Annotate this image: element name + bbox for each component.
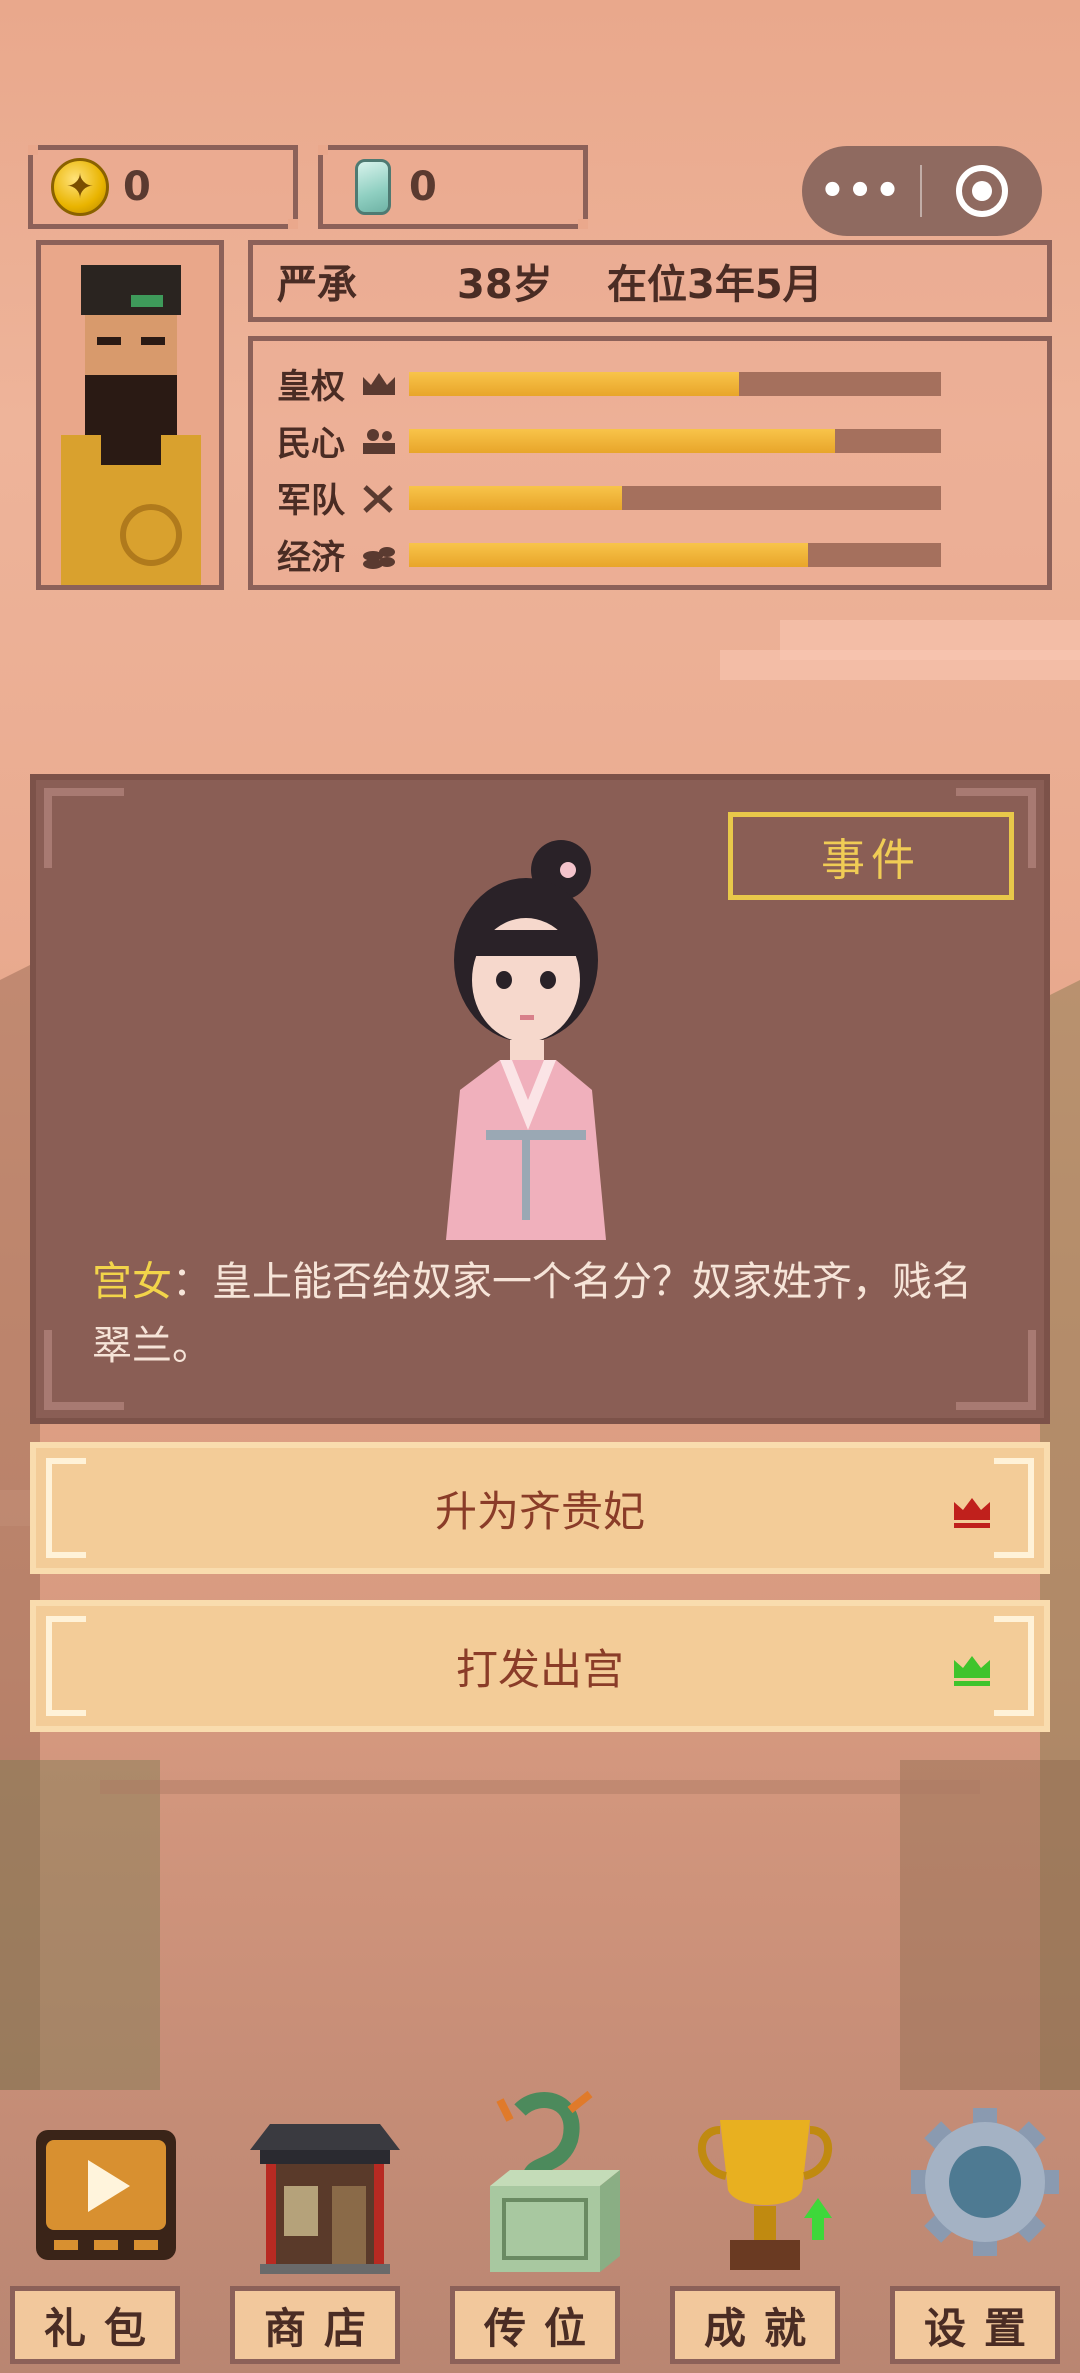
target-icon xyxy=(972,181,992,201)
stat-row-economy: 经济 xyxy=(277,526,1047,583)
bottom-nav: 礼包 商店 传位 成就 设置 xyxy=(0,2090,1080,2373)
swords-icon xyxy=(363,484,393,513)
stats-panel: 皇权 民心 军队 经济 xyxy=(248,336,1052,590)
dialog-text: 皇上能否给奴家一个名分？奴家姓齐，贱名翠兰。 xyxy=(92,1259,972,1369)
close-target-button[interactable] xyxy=(956,165,1008,217)
stat-bar-power xyxy=(409,371,941,396)
stat-row-army: 军队 xyxy=(277,469,1047,526)
stat-row-power: 皇权 xyxy=(277,355,1047,412)
nav-achievement[interactable]: 成就 xyxy=(670,2090,850,2373)
people-icon xyxy=(363,428,395,454)
more-button[interactable]: ••• xyxy=(802,168,920,214)
nav-label: 传位 xyxy=(450,2286,620,2364)
speaker-separator: ： xyxy=(172,1259,212,1305)
speaker-name: 宫女 xyxy=(92,1259,172,1305)
capsule-divider xyxy=(920,165,922,217)
shop-icon xyxy=(250,2124,400,2274)
gear-icon xyxy=(911,2108,1059,2256)
emperor-portrait[interactable] xyxy=(36,240,224,590)
nav-label: 成就 xyxy=(670,2286,840,2364)
stat-label: 民心 xyxy=(277,424,345,464)
gold-value: 0 xyxy=(123,164,151,210)
crown-icon xyxy=(954,1656,990,1686)
emperor-info-bar: 严承 38岁 在位3年5月 xyxy=(248,240,1052,322)
event-tag: 事件 xyxy=(728,812,1014,900)
nav-label: 商店 xyxy=(230,2286,400,2364)
crown-icon xyxy=(954,1498,990,1528)
emperor-name: 严承 xyxy=(277,262,357,308)
choice-bracket xyxy=(46,1616,86,1716)
choice-button-promote[interactable]: 升为齐贵妃 xyxy=(30,1442,1050,1574)
nav-shop[interactable]: 商店 xyxy=(230,2090,410,2373)
card-corner xyxy=(44,788,124,868)
stat-label: 军队 xyxy=(277,481,345,521)
choice-bracket xyxy=(994,1616,1034,1716)
gold-coin-icon: ✦ xyxy=(51,158,109,216)
jade-icon xyxy=(355,159,391,215)
stat-fill xyxy=(409,485,622,510)
nav-abdicate[interactable]: 传位 xyxy=(450,2090,630,2373)
stat-row-people: 民心 xyxy=(277,412,1047,469)
choice-bracket xyxy=(46,1458,86,1558)
jade-value: 0 xyxy=(409,164,437,210)
choice-button-dismiss[interactable]: 打发出宫 xyxy=(30,1600,1050,1732)
choice-bracket xyxy=(994,1458,1034,1558)
stat-bar-people xyxy=(409,428,941,453)
stat-bar-army xyxy=(409,485,941,510)
jade-counter[interactable]: 0 xyxy=(318,145,588,229)
mini-program-capsule: ••• xyxy=(802,146,1042,236)
reign-duration: 在位3年5月 xyxy=(607,262,823,308)
cloud-decoration xyxy=(720,650,1080,680)
stat-bar-economy xyxy=(409,542,941,567)
emperor-age: 38岁 xyxy=(457,262,553,308)
stat-fill xyxy=(409,371,739,396)
stat-label: 经济 xyxy=(277,538,345,578)
trophy-icon xyxy=(698,2120,832,2270)
stat-label: 皇权 xyxy=(277,367,345,407)
event-dialog: 宫女：皇上能否给奴家一个名分？奴家姓齐，贱名翠兰。 xyxy=(92,1250,988,1378)
choice-label: 升为齐贵妃 xyxy=(434,1486,645,1536)
crown-icon xyxy=(363,372,395,395)
gold-counter[interactable]: ✦ 0 xyxy=(28,145,298,229)
choice-label: 打发出宫 xyxy=(455,1644,624,1694)
gift-video-icon xyxy=(36,2130,176,2260)
coins-icon xyxy=(363,546,395,569)
emperor-avatar xyxy=(41,245,219,585)
nav-gift[interactable]: 礼包 xyxy=(10,2090,190,2373)
jade-seal-icon xyxy=(490,2090,620,2272)
event-card: 事件 宫女：皇上能否给奴家一个名分？奴家姓齐，贱名翠兰。 xyxy=(30,774,1050,1424)
nav-settings[interactable]: 设置 xyxy=(890,2090,1070,2373)
nav-label: 礼包 xyxy=(10,2286,180,2364)
stat-fill xyxy=(409,428,835,453)
palace-maid-portrait xyxy=(446,840,606,1240)
stat-fill xyxy=(409,542,808,567)
nav-label: 设置 xyxy=(890,2286,1060,2364)
